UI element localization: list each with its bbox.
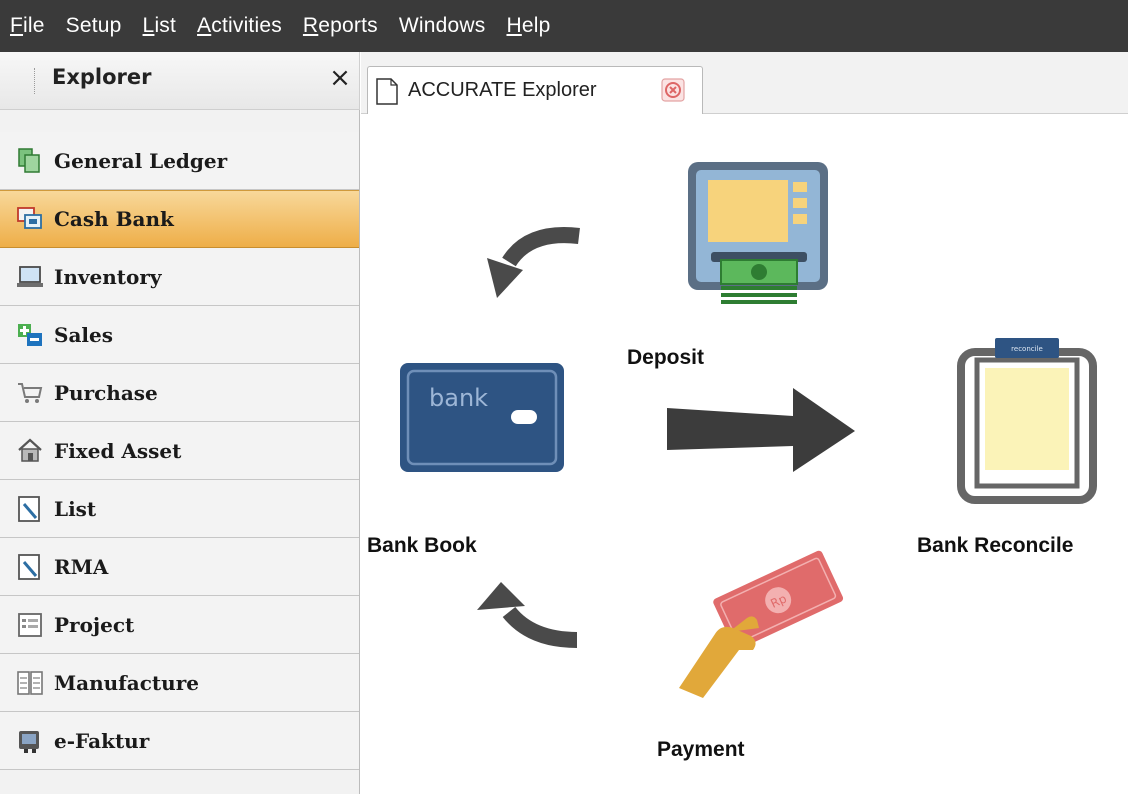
rma-icon [18,553,40,580]
deposit-label[interactable]: Deposit [627,346,704,370]
sidebar-item-fixed-asset[interactable]: Fixed Asset [0,422,359,480]
menu-reports-mnemonic: R [302,14,319,37]
ledger-icon [18,147,40,173]
explorer-sidebar: General Ledger Cash Bank Inventory Sales [0,110,360,794]
menu-help-label: elp [521,14,551,37]
sidebar-item-e-faktur[interactable]: e-Faktur [0,712,359,770]
menu-file-label: ile [23,14,45,37]
cart-icon [18,382,43,403]
cash-bank-icon [17,207,42,229]
sidebar-item-label: Sales [54,322,113,347]
sidebar-item-label: e-Faktur [54,728,150,753]
tab-accurate-explorer[interactable]: ACCURATE Explorer [367,66,703,114]
payment-hand-icon[interactable]: Rp [669,550,849,702]
sidebar-item-label: Manufacture [54,670,199,695]
bank-card-text: bank [429,384,488,412]
house-icon [18,438,42,462]
sidebar-item-label: Purchase [54,380,158,405]
sales-icon [18,323,42,346]
tab-strip: ACCURATE Explorer [361,52,1128,114]
menu-help[interactable]: Help [502,12,554,40]
menu-help-mnemonic: H [506,14,522,37]
payment-label[interactable]: Payment [657,738,745,762]
sidebar-item-label: Fixed Asset [54,438,182,463]
sidebar-item-manufacture[interactable]: Manufacture [0,654,359,712]
menu-file[interactable]: File [6,12,49,40]
sidebar-item-label: General Ledger [54,148,228,173]
curved-arrow-payment-icon [477,582,578,648]
sidebar-item-inventory[interactable]: Inventory [0,248,359,306]
explorer-header: Explorer × [0,52,360,110]
sidebar-item-label: Inventory [54,264,162,289]
list-icon [18,495,40,522]
menu-windows-label: Windows [398,14,486,37]
menu-activities[interactable]: Activities [193,12,286,40]
sidebar-item-label: Project [54,612,135,637]
sidebar-item-purchase[interactable]: Purchase [0,364,359,422]
menu-windows[interactable]: Windows [395,12,490,40]
drag-grip-icon[interactable] [34,68,36,94]
sidebar-item-label: RMA [54,554,109,579]
right-arrow-icon [667,388,855,472]
sidebar-item-rma[interactable]: RMA [0,538,359,596]
cash-bank-diagram: Deposit bank Bank Book reconcile Bank Re… [361,114,1128,794]
sidebar-item-list[interactable]: List [0,480,359,538]
document-icon [376,78,398,105]
efaktur-icon [19,730,39,753]
menu-setup[interactable]: Setup [62,12,126,40]
menu-reports[interactable]: Reports [299,12,382,40]
sidebar-item-sales[interactable]: Sales [0,306,359,364]
project-icon [18,612,42,637]
bank-book-label[interactable]: Bank Book [367,534,477,558]
sidebar-item-label: Cash Bank [54,207,174,231]
menu-file-mnemonic: F [10,14,24,37]
explorer-title: Explorer [52,65,152,89]
bank-reconcile-clipboard-icon[interactable]: reconcile [957,338,1097,504]
explorer-close-button[interactable]: × [325,60,355,96]
sidebar-item-label: List [54,496,97,521]
inventory-icon [17,265,43,287]
menu-list[interactable]: List [139,12,181,40]
tab-label: ACCURATE Explorer [408,79,597,101]
bank-reconcile-label[interactable]: Bank Reconcile [917,534,1073,558]
tab-close-icon[interactable] [660,77,686,103]
manufacture-icon [17,670,43,695]
menu-list-mnemonic: L [142,14,155,37]
menu-list-label: ist [154,14,177,37]
bank-card-icon[interactable]: bank [397,360,567,475]
menu-activities-label: ctivities [211,14,282,37]
menu-bar: File Setup List Activities Reports Windo… [0,0,1128,52]
menu-reports-label: eports [318,14,378,37]
sidebar-item-general-ledger[interactable]: General Ledger [0,132,359,190]
deposit-atm-icon[interactable] [683,158,833,318]
sidebar-item-cash-bank[interactable]: Cash Bank [0,190,359,248]
menu-setup-label: Setup [65,14,122,37]
curved-arrow-deposit-icon [487,227,580,298]
clipboard-tag-text: reconcile [1011,345,1043,353]
menu-activities-mnemonic: A [197,14,212,37]
sidebar-item-project[interactable]: Project [0,596,359,654]
